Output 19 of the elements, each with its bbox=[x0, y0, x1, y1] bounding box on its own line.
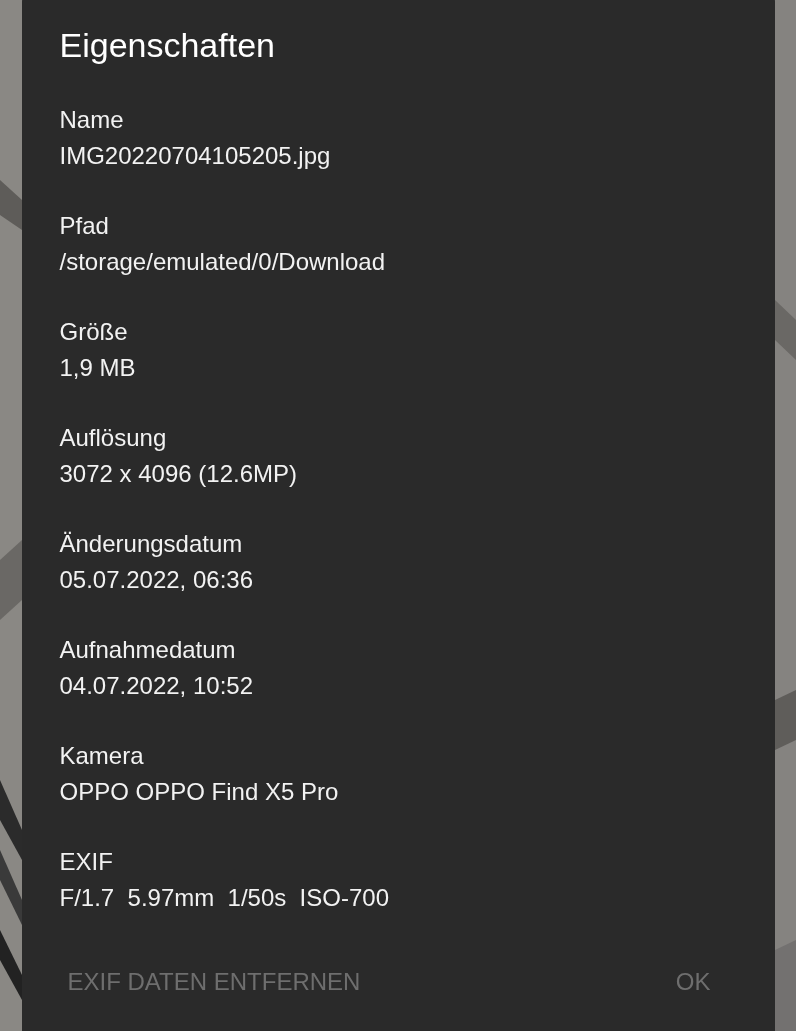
remove-exif-button[interactable]: EXIF DATEN ENTFERNEN bbox=[63, 960, 365, 1004]
ok-button[interactable]: OK bbox=[671, 960, 715, 1004]
property-value: /storage/emulated/0/Download bbox=[59, 247, 387, 277]
property-label: Änderungsdatum bbox=[59, 529, 244, 559]
property-label: Größe bbox=[59, 317, 129, 347]
property-value: 04.07.2022, 10:52 bbox=[59, 671, 254, 701]
property-label: Kamera bbox=[59, 741, 145, 771]
property-label: Aufnahmedatum bbox=[59, 635, 237, 665]
property-label: Name bbox=[59, 105, 125, 135]
property-label: Pfad bbox=[59, 211, 110, 241]
property-label: EXIF bbox=[59, 847, 114, 877]
property-value: 05.07.2022, 06:36 bbox=[59, 565, 254, 595]
property-label: Auflösung bbox=[59, 423, 168, 453]
property-value: 1,9 MB bbox=[59, 353, 137, 383]
dialog-title: Eigenschaften bbox=[59, 25, 276, 66]
property-value: F/1.7 5.97mm 1/50s ISO-700 bbox=[59, 883, 390, 913]
property-value: IMG20220704105205.jpg bbox=[59, 141, 332, 171]
property-value: 3072 x 4096 (12.6MP) bbox=[59, 459, 298, 489]
property-value: OPPO OPPO Find X5 Pro bbox=[59, 777, 340, 807]
